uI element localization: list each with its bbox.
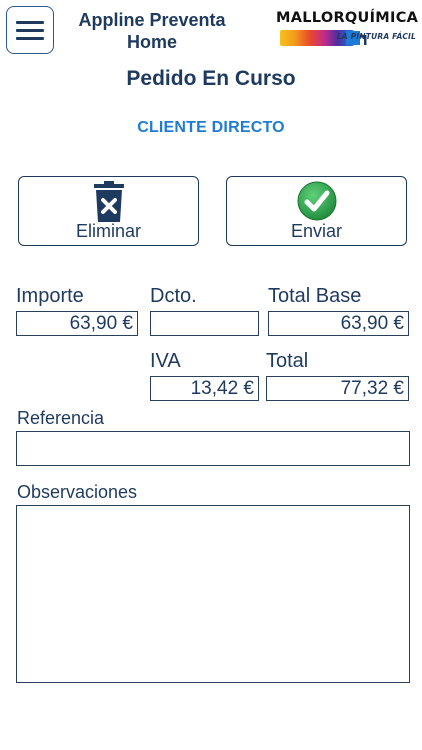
importe-value: 63,90 € <box>16 311 138 336</box>
hamburger-menu-icon-bar <box>16 28 44 32</box>
importe-label: Importe <box>16 285 84 307</box>
brand-logo: MALLORQUÍMICA LA PINTURA FÁCIL <box>276 10 418 50</box>
total-base-value: 63,90 € <box>268 311 409 336</box>
trash-icon <box>93 181 124 222</box>
logo-name: MALLORQUÍMICA <box>276 10 419 26</box>
app-title: Appline Preventa Home <box>78 10 226 52</box>
order-screen: Appline Preventa Home MALLORQUÍMICA LA P… <box>0 0 422 750</box>
total-base-label: Total Base <box>268 285 362 307</box>
observaciones-label: Observaciones <box>17 482 138 502</box>
send-label: Enviar <box>290 221 343 241</box>
page-title: Pedido En Curso <box>126 67 296 90</box>
hamburger-menu-icon <box>16 20 44 24</box>
send-button[interactable]: Enviar <box>226 176 407 246</box>
referencia-input[interactable] <box>16 431 410 466</box>
referencia-label: Referencia <box>17 408 105 428</box>
total-value: 77,32 € <box>266 376 409 401</box>
client-name: CLIENTE DIRECTO <box>137 119 285 136</box>
dcto-value[interactable] <box>150 311 259 336</box>
hamburger-menu-icon-bar <box>16 36 44 40</box>
total-label: Total <box>266 350 309 372</box>
delete-label: Eliminar <box>75 221 141 241</box>
check-circle-icon <box>297 181 336 221</box>
iva-label: IVA <box>150 350 181 372</box>
delete-button[interactable]: Eliminar <box>18 176 199 246</box>
menu-button[interactable] <box>6 6 54 54</box>
logo-tagline: LA PINTURA FÁCIL <box>336 32 416 41</box>
iva-value: 13,42 € <box>150 376 259 401</box>
observaciones-input[interactable] <box>16 505 410 683</box>
dcto-label: Dcto. <box>150 285 197 307</box>
